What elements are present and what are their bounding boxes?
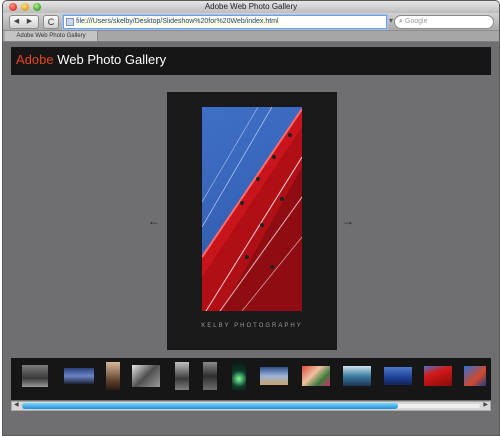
window-title: Adobe Web Photo Gallery <box>204 2 298 11</box>
back-forward-buttons: ◀ ▶ <box>9 15 39 29</box>
thumbnail-10[interactable] <box>343 366 371 386</box>
thumbnail-12[interactable] <box>424 366 452 386</box>
thumbnail-3[interactable] <box>106 362 120 390</box>
gallery-header: Adobe Web Photo Gallery <box>11 47 491 75</box>
search-icon: ⌕ <box>399 18 403 25</box>
thumbnail-2[interactable] <box>64 368 94 384</box>
reload-button[interactable]: C <box>43 15 59 29</box>
scroll-track[interactable] <box>22 403 480 409</box>
thumbnail-1[interactable] <box>22 365 48 387</box>
browser-toolbar: ◀ ▶ C file:///Users/skelby/Desktop/Slides… <box>3 13 499 31</box>
forward-button[interactable]: ▶ <box>23 16 36 28</box>
red-sail-image <box>202 107 302 311</box>
page-title: Adobe Web Photo Gallery <box>16 52 166 68</box>
zoom-window-button[interactable] <box>33 3 41 11</box>
title-bar: Adobe Web Photo Gallery <box>3 1 499 13</box>
address-text[interactable]: file:///Users/skelby/Desktop/Slideshow%2… <box>76 18 279 25</box>
scroll-thumb[interactable] <box>22 403 398 409</box>
thumbnail-scrollbar[interactable]: ◀ ▶ <box>11 401 491 411</box>
search-field[interactable]: ⌕ Google <box>394 15 494 29</box>
main-photo[interactable] <box>202 107 302 311</box>
thumbnail-7[interactable] <box>232 362 246 390</box>
thumbnail-5[interactable] <box>175 362 189 390</box>
thumbnail-8[interactable] <box>260 367 288 385</box>
back-button[interactable]: ◀ <box>10 16 23 28</box>
photo-viewer: KELBY PHOTOGRAPHY <box>167 92 337 350</box>
tab-bar: Adobe Web Photo Gallery <box>3 31 499 42</box>
address-bar[interactable]: file:///Users/skelby/Desktop/Slideshow%2… <box>63 15 387 29</box>
tab-gallery[interactable]: Adobe Web Photo Gallery <box>5 31 98 41</box>
status-bar <box>3 413 499 435</box>
thumbnail-6[interactable] <box>203 362 217 390</box>
thumbnail-9[interactable] <box>302 366 330 386</box>
close-window-button[interactable] <box>9 3 17 11</box>
title-text: Web Photo Gallery <box>53 52 167 67</box>
browser-window: Adobe Web Photo Gallery ◀ ▶ C file:///Use… <box>2 0 500 436</box>
thumbnail-strip <box>11 358 491 400</box>
scroll-right-icon[interactable]: ▶ <box>483 401 488 408</box>
previous-arrow-icon[interactable]: ← <box>148 215 160 227</box>
scroll-left-icon[interactable]: ◀ <box>14 401 19 408</box>
thumbnail-13[interactable] <box>464 366 486 386</box>
page-icon <box>66 18 74 26</box>
search-placeholder: Google <box>404 18 428 25</box>
brand-name: Adobe <box>16 52 54 67</box>
photo-caption: KELBY PHOTOGRAPHY <box>201 323 303 329</box>
thumbnail-11[interactable] <box>384 367 412 385</box>
next-arrow-icon[interactable]: → <box>342 215 354 227</box>
minimize-window-button[interactable] <box>21 3 29 11</box>
thumbnail-4[interactable] <box>132 365 160 387</box>
address-menu-icon[interactable]: ▾ <box>389 15 393 27</box>
